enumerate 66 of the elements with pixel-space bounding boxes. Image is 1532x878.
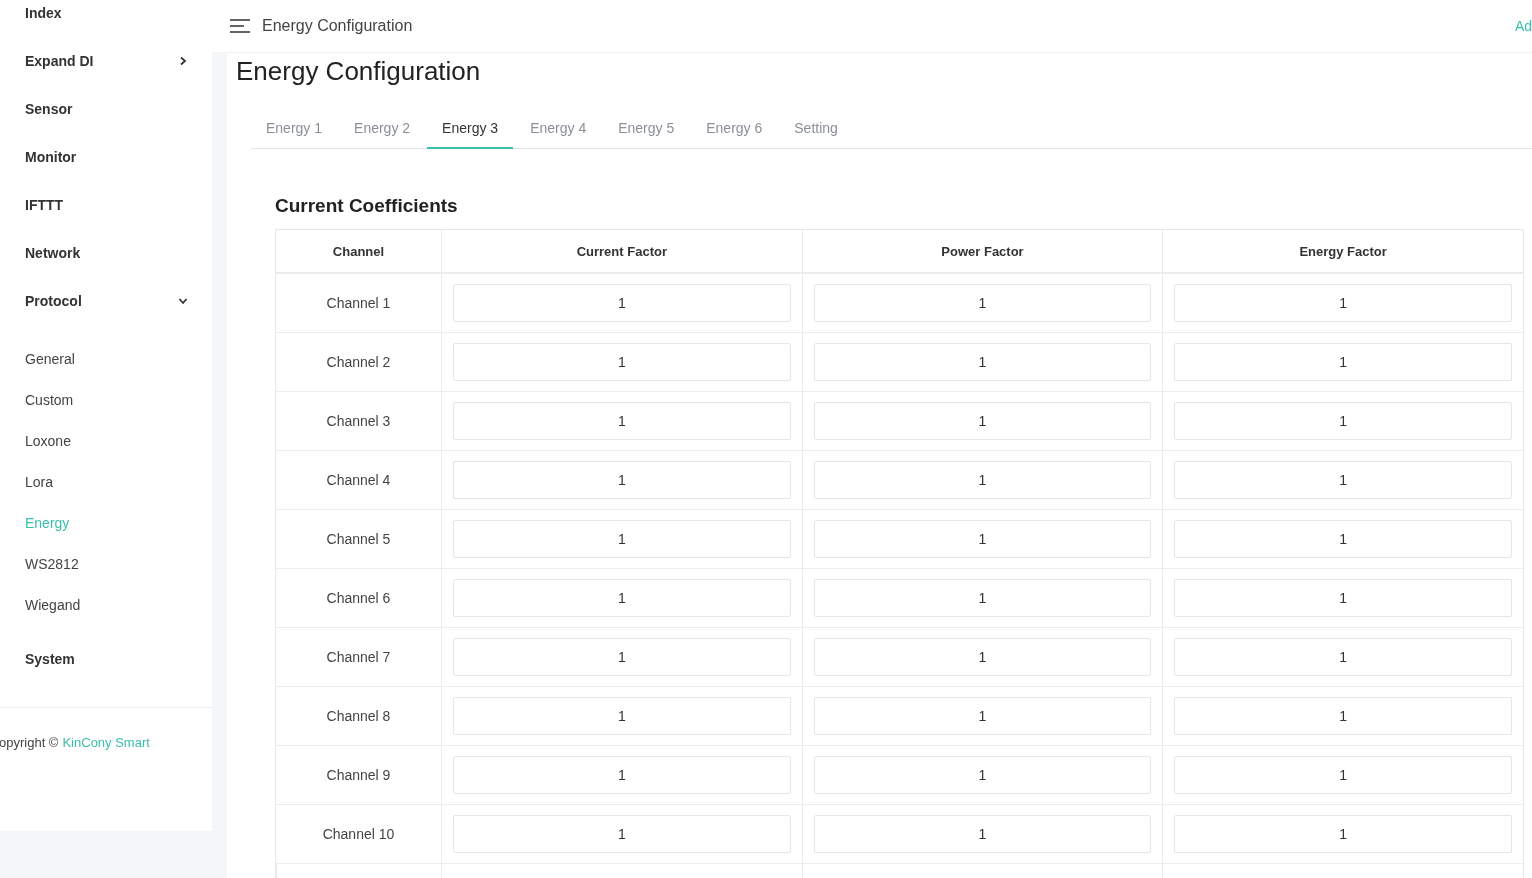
- factor-input[interactable]: 1: [1174, 343, 1512, 381]
- nav-item[interactable]: IFTTT: [25, 197, 64, 213]
- factor-input[interactable]: 1: [813, 638, 1152, 676]
- factor-input[interactable]: 1: [1174, 579, 1512, 617]
- factor-input[interactable]: 1: [813, 815, 1152, 853]
- channel-cell: Channel 8: [276, 687, 441, 746]
- channel-cell: Channel 1: [276, 274, 441, 333]
- nav-item[interactable]: Index: [25, 5, 62, 21]
- chevron-down-icon[interactable]: [178, 296, 188, 306]
- nav-item[interactable]: Expand DI: [25, 53, 94, 69]
- factor-input[interactable]: 1: [1174, 461, 1512, 499]
- factor-input[interactable]: 1: [813, 402, 1152, 440]
- section-title: Current Coefficients: [275, 195, 459, 217]
- factor-input[interactable]: 1: [453, 343, 791, 381]
- factor-input[interactable]: 1: [1174, 520, 1512, 558]
- factor-input[interactable]: 1: [813, 284, 1152, 322]
- factor-input[interactable]: 1: [453, 402, 791, 440]
- factor-input[interactable]: 1: [1174, 697, 1512, 735]
- nav-subitem[interactable]: Wiegand: [0, 584, 212, 625]
- factor-input[interactable]: 1: [453, 284, 791, 322]
- nav-subitem[interactable]: Loxone: [0, 420, 212, 461]
- chevron-right-icon[interactable]: [178, 56, 188, 66]
- factor-input[interactable]: 1: [813, 579, 1152, 617]
- column-header: Current Factor: [441, 230, 802, 274]
- nav-subitem[interactable]: WS2812: [0, 543, 212, 584]
- column-header: Power Factor: [801, 230, 1163, 274]
- nav-subitem[interactable]: General: [0, 338, 212, 379]
- factor-input[interactable]: 1: [453, 461, 791, 499]
- factor-input[interactable]: 1: [453, 638, 791, 676]
- factor-input[interactable]: 1: [1174, 284, 1512, 322]
- tab[interactable]: Energy 3: [427, 108, 514, 149]
- factor-input[interactable]: 1: [1174, 638, 1512, 676]
- nav-item[interactable]: Monitor: [25, 149, 77, 165]
- column-header: Channel: [276, 230, 441, 274]
- channel-cell: Channel 3: [276, 392, 441, 451]
- nav-item[interactable]: Protocol: [25, 293, 82, 309]
- factor-input[interactable]: 1: [453, 815, 791, 853]
- menu-icon[interactable]: [230, 19, 250, 33]
- channel-cell: Channel 5: [276, 510, 441, 569]
- nav-subitem[interactable]: Lora: [0, 461, 212, 502]
- factor-input[interactable]: 1: [813, 461, 1152, 499]
- channel-cell: Channel 2: [276, 333, 441, 392]
- nav-subitem[interactable]: Custom: [0, 379, 212, 420]
- factor-input[interactable]: 1: [813, 756, 1152, 794]
- channel-cell: Channel 10: [276, 805, 441, 864]
- copyright-text: opyright ©: [0, 735, 59, 750]
- factor-input[interactable]: 1: [813, 343, 1152, 381]
- nav-item[interactable]: System: [25, 651, 75, 667]
- header-title: Energy Configuration: [262, 17, 414, 35]
- factor-input[interactable]: 1: [1174, 402, 1512, 440]
- channel-cell: Channel 9: [276, 746, 441, 805]
- nav-item[interactable]: Network: [25, 245, 81, 261]
- factor-input[interactable]: 1: [813, 697, 1152, 735]
- factor-input[interactable]: 1: [453, 520, 791, 558]
- factor-input[interactable]: 1: [453, 579, 791, 617]
- factor-input[interactable]: 1: [1174, 756, 1512, 794]
- factor-input[interactable]: 1: [1174, 815, 1512, 853]
- channel-cell: Channel 6: [276, 569, 441, 628]
- channel-cell: Channel 7: [276, 628, 441, 687]
- factor-input[interactable]: 1: [453, 697, 791, 735]
- column-header: Energy Factor: [1162, 230, 1523, 274]
- channel-cell: Channel 4: [276, 451, 441, 510]
- nav-item[interactable]: Sensor: [25, 101, 73, 117]
- page-title: Energy Configuration: [236, 55, 482, 88]
- factor-input[interactable]: 1: [453, 756, 791, 794]
- factor-input[interactable]: 1: [813, 520, 1152, 558]
